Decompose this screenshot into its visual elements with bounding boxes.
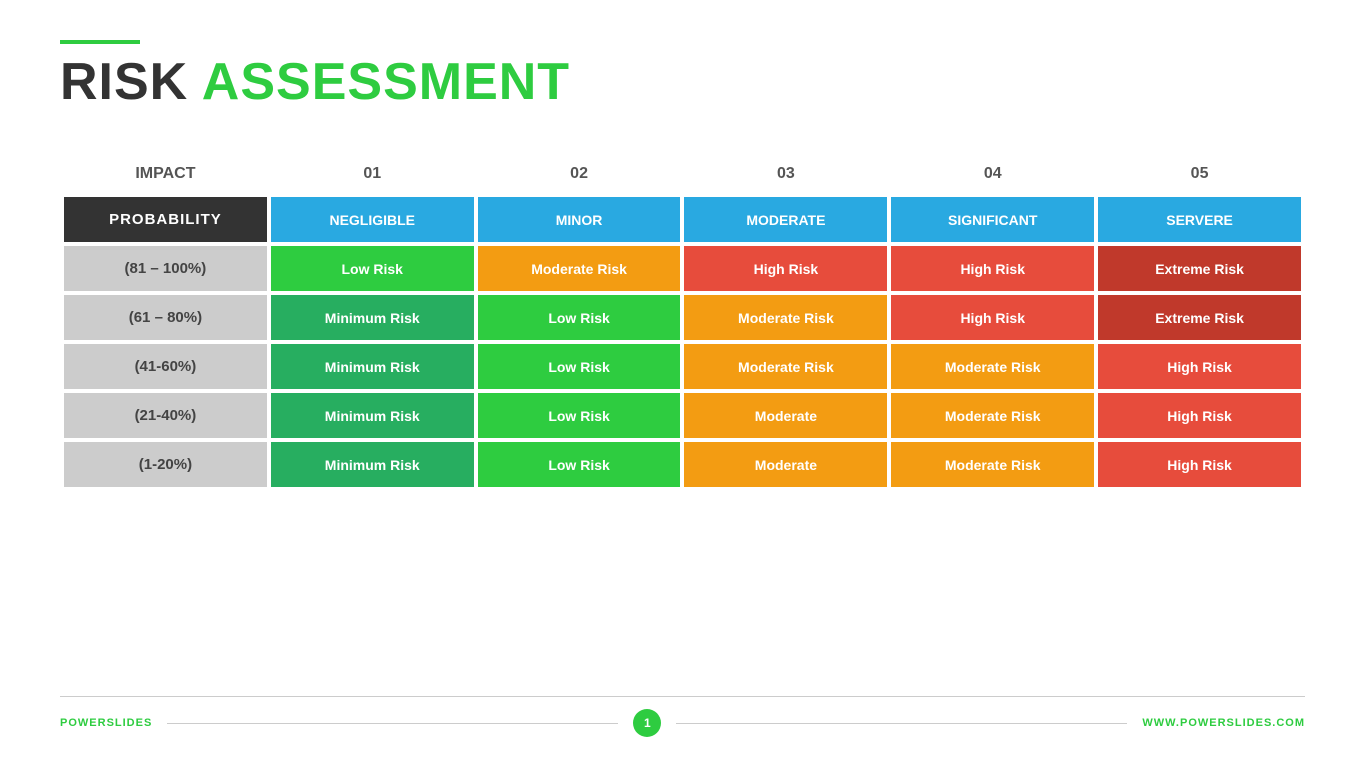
cell-r4-c2: Low Risk <box>478 393 681 438</box>
slide: RISK ASSESSMENT IMPACT 01 02 03 04 05 PR… <box>0 0 1365 767</box>
table-row: (1-20%) Minimum Risk Low Risk Moderate M… <box>64 442 1301 487</box>
cell-r5-c1: Minimum Risk <box>271 442 474 487</box>
prob-label-row5: (1-20%) <box>64 442 267 487</box>
risk-matrix-table: IMPACT 01 02 03 04 05 PROBABILITY NEGLIG… <box>60 151 1305 491</box>
table-row: (61 – 80%) Minimum Risk Low Risk Moderat… <box>64 295 1301 340</box>
table-row: (81 – 100%) Low Risk Moderate Risk High … <box>64 246 1301 291</box>
sub-header-minor: MINOR <box>478 197 681 242</box>
cell-r5-c5: High Risk <box>1098 442 1301 487</box>
header: RISK ASSESSMENT <box>60 40 1305 111</box>
cell-r2-c3: Moderate Risk <box>684 295 887 340</box>
sub-header-negligible: NEGLIGIBLE <box>271 197 474 242</box>
footer-brand-right: WWW.POWERSLIDES.COM <box>1142 717 1305 729</box>
cell-r3-c3: Moderate Risk <box>684 344 887 389</box>
col-num-5: 05 <box>1098 155 1301 193</box>
cell-r2-c4: High Risk <box>891 295 1094 340</box>
cell-r4-c4: Moderate Risk <box>891 393 1094 438</box>
footer-slides-left: SLIDES <box>107 717 153 729</box>
cell-r3-c4: Moderate Risk <box>891 344 1094 389</box>
cell-r3-c1: Minimum Risk <box>271 344 474 389</box>
col-num-1: 01 <box>271 155 474 193</box>
title-risk: RISK <box>60 53 188 111</box>
sub-header-severe: SERVERE <box>1098 197 1301 242</box>
table-row: (41-60%) Minimum Risk Low Risk Moderate … <box>64 344 1301 389</box>
footer-page-number: 1 <box>633 709 661 737</box>
footer-divider-left <box>167 723 618 724</box>
cell-r1-c2: Moderate Risk <box>478 246 681 291</box>
probability-label: PROBABILITY <box>64 197 267 242</box>
footer-inner: POWERSLIDES 1 WWW.POWERSLIDES.COM <box>60 709 1305 737</box>
col-num-3: 03 <box>684 155 887 193</box>
footer-divider-right <box>676 723 1127 724</box>
title-assessment: ASSESSMENT <box>202 53 570 111</box>
cell-r4-c5: High Risk <box>1098 393 1301 438</box>
top-accent-line <box>60 40 140 44</box>
cell-r5-c3: Moderate <box>684 442 887 487</box>
sub-header-row: PROBABILITY NEGLIGIBLE MINOR MODERATE SI… <box>64 197 1301 242</box>
cell-r1-c3: High Risk <box>684 246 887 291</box>
cell-r3-c2: Low Risk <box>478 344 681 389</box>
prob-label-row2: (61 – 80%) <box>64 295 267 340</box>
cell-r3-c5: High Risk <box>1098 344 1301 389</box>
cell-r1-c5: Extreme Risk <box>1098 246 1301 291</box>
table-row: (21-40%) Minimum Risk Low Risk Moderate … <box>64 393 1301 438</box>
column-header-row: IMPACT 01 02 03 04 05 <box>64 155 1301 193</box>
cell-r1-c1: Low Risk <box>271 246 474 291</box>
footer-brand-left: POWERSLIDES <box>60 717 152 729</box>
cell-r4-c1: Minimum Risk <box>271 393 474 438</box>
cell-r2-c2: Low Risk <box>478 295 681 340</box>
cell-r5-c4: Moderate Risk <box>891 442 1094 487</box>
sub-header-significant: SIGNIFICANT <box>891 197 1094 242</box>
cell-r4-c3: Moderate <box>684 393 887 438</box>
risk-matrix-container: IMPACT 01 02 03 04 05 PROBABILITY NEGLIG… <box>60 151 1305 686</box>
footer: POWERSLIDES 1 WWW.POWERSLIDES.COM <box>60 696 1305 737</box>
page-title: RISK ASSESSMENT <box>60 54 1305 111</box>
prob-label-row1: (81 – 100%) <box>64 246 267 291</box>
cell-r2-c1: Minimum Risk <box>271 295 474 340</box>
sub-header-moderate: MODERATE <box>684 197 887 242</box>
footer-power-left: POWER <box>60 717 107 729</box>
footer-www: WWW.POWER <box>1142 717 1226 729</box>
prob-label-row4: (21-40%) <box>64 393 267 438</box>
cell-r1-c4: High Risk <box>891 246 1094 291</box>
footer-slides-right: SLIDES.COM <box>1227 717 1305 729</box>
prob-label-row3: (41-60%) <box>64 344 267 389</box>
cell-r2-c5: Extreme Risk <box>1098 295 1301 340</box>
impact-label: IMPACT <box>64 155 267 193</box>
cell-r5-c2: Low Risk <box>478 442 681 487</box>
col-num-4: 04 <box>891 155 1094 193</box>
col-num-2: 02 <box>478 155 681 193</box>
